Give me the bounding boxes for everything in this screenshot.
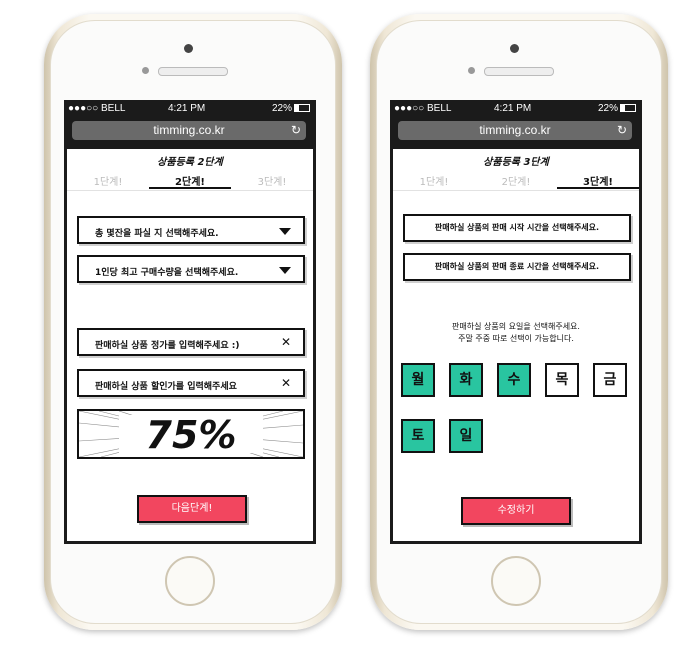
tab-step2[interactable]: 2단계! — [475, 173, 557, 188]
screen: ●●●○○ BELL 4:21 PM 22% timming.co.kr ↻ 상… — [390, 100, 642, 544]
tab-step3[interactable]: 3단계! — [557, 173, 639, 188]
reload-icon[interactable]: ↻ — [291, 121, 301, 140]
discount-rate-display: 75% — [77, 409, 305, 459]
phone-right: ●●●○○ BELL 4:21 PM 22% timming.co.kr ↻ 상… — [370, 14, 668, 630]
clear-icon[interactable]: ✕ — [281, 335, 291, 349]
dropdown-arrow-icon — [279, 267, 291, 274]
regular-price-placeholder: 판매하실 상품 정가를 입력해주세요 :) — [95, 341, 240, 351]
page-content: 상품등록 3단계 1단계! 2단계! 3단계! 판매하실 상품의 판매 시작 시… — [393, 149, 639, 541]
phone-left: ●●●○○ BELL 4:21 PM 22% timming.co.kr ↻ 상… — [44, 14, 342, 630]
day-toggle[interactable]: 일 — [449, 419, 483, 453]
step-tabs: 1단계! 2단계! 3단계! — [67, 173, 313, 189]
speaker — [158, 67, 228, 76]
discount-percent: 75% — [145, 413, 237, 457]
divider — [393, 190, 639, 191]
max-purchase-label: 1인당 최고 구매수량을 선택해주세요. — [95, 268, 239, 278]
discount-price-input[interactable]: 판매하실 상품 할인가를 입력해주세요 ✕ — [77, 369, 305, 397]
url-bar[interactable]: timming.co.kr ↻ — [398, 121, 632, 140]
day-toggle[interactable]: 목 — [545, 363, 579, 397]
battery-percent: 22% — [597, 103, 618, 114]
camera — [184, 44, 193, 53]
dropdown-arrow-icon — [279, 228, 291, 235]
cups-select-label: 총 몇잔을 파실 지 선택해주세요. — [95, 229, 219, 239]
divider — [67, 190, 313, 191]
url-text: timming.co.kr — [153, 123, 225, 137]
edit-button[interactable]: 수정하기 — [461, 497, 571, 525]
page-title: 상품등록 2단계 — [157, 157, 223, 168]
status-bar: ●●●○○ BELL 4:21 PM 22% — [64, 100, 316, 117]
end-time-select[interactable]: 판매하실 상품의 판매 종료 시간을 선택해주세요. — [403, 253, 631, 281]
clear-icon[interactable]: ✕ — [281, 376, 291, 390]
day-toggle[interactable]: 월 — [401, 363, 435, 397]
next-step-button[interactable]: 다음단계! — [137, 495, 247, 523]
url-bar[interactable]: timming.co.kr ↻ — [72, 121, 306, 140]
tab-step1[interactable]: 1단계! — [67, 173, 149, 188]
page-title: 상품등록 3단계 — [483, 157, 549, 168]
day-toggle[interactable]: 화 — [449, 363, 483, 397]
battery-percent: 22% — [271, 103, 292, 114]
home-button[interactable] — [491, 556, 541, 606]
sensor — [468, 67, 475, 74]
battery-icon — [294, 104, 310, 113]
active-tab-indicator — [557, 187, 639, 189]
days-hint-line2: 주말 주중 따로 선택이 가능합니다. — [458, 334, 574, 343]
reload-icon[interactable]: ↻ — [617, 121, 627, 140]
battery-status: 22% — [598, 103, 636, 114]
page-content: 상품등록 2단계 1단계! 2단계! 3단계! 총 몇잔을 파실 지 선택해주세… — [67, 149, 313, 541]
screen: ●●●○○ BELL 4:21 PM 22% timming.co.kr ↻ 상… — [64, 100, 316, 544]
url-text: timming.co.kr — [479, 123, 551, 137]
battery-status: 22% — [272, 103, 310, 114]
sensor — [142, 67, 149, 74]
status-bar: ●●●○○ BELL 4:21 PM 22% — [390, 100, 642, 117]
tab-step1[interactable]: 1단계! — [393, 173, 475, 188]
cups-select[interactable]: 총 몇잔을 파실 지 선택해주세요. — [77, 216, 305, 244]
day-toggle[interactable]: 토 — [401, 419, 435, 453]
day-toggle[interactable]: 금 — [593, 363, 627, 397]
status-time: 4:21 PM — [494, 103, 532, 114]
day-toggle[interactable]: 수 — [497, 363, 531, 397]
status-time: 4:21 PM — [168, 103, 206, 114]
camera — [510, 44, 519, 53]
battery-icon — [620, 104, 636, 113]
discount-price-placeholder: 판매하실 상품 할인가를 입력해주세요 — [95, 382, 237, 392]
regular-price-input[interactable]: 판매하실 상품 정가를 입력해주세요 :) ✕ — [77, 328, 305, 356]
days-hint-line1: 판매하실 상품의 요일을 선택해주세요. — [452, 322, 580, 331]
carrier: ●●●○○ BELL — [394, 103, 452, 114]
speaker — [484, 67, 554, 76]
max-purchase-select[interactable]: 1인당 최고 구매수량을 선택해주세요. — [77, 255, 305, 283]
active-tab-indicator — [149, 187, 231, 189]
tab-step3[interactable]: 3단계! — [231, 173, 313, 188]
step-tabs: 1단계! 2단계! 3단계! — [393, 173, 639, 189]
start-time-select[interactable]: 판매하실 상품의 판매 시작 시간을 선택해주세요. — [403, 214, 631, 242]
home-button[interactable] — [165, 556, 215, 606]
tab-step2[interactable]: 2단계! — [149, 173, 231, 188]
carrier: ●●●○○ BELL — [68, 103, 126, 114]
